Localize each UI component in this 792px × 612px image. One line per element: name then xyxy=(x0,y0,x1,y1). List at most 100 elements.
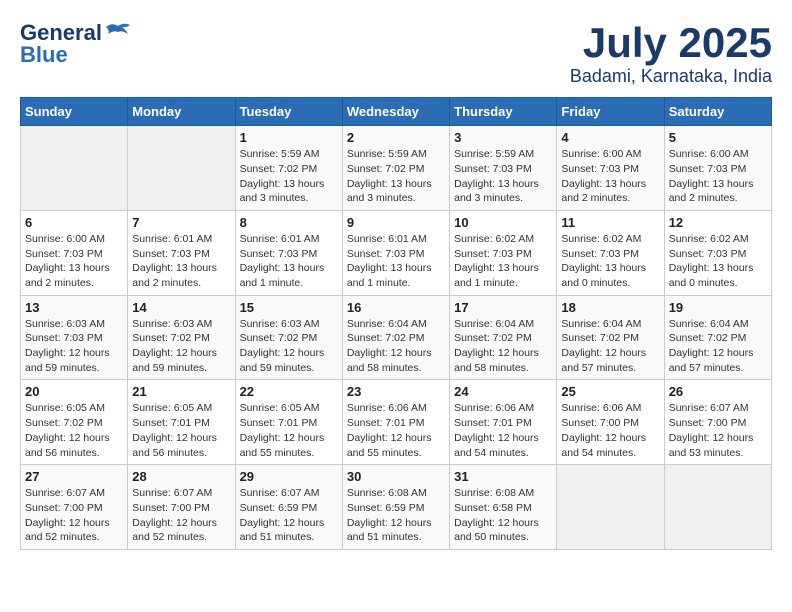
header-thursday: Thursday xyxy=(450,98,557,126)
calendar-cell: 11 Sunrise: 6:02 AMSunset: 7:03 PMDayligh… xyxy=(557,210,664,295)
header-sunday: Sunday xyxy=(21,98,128,126)
day-info: Sunrise: 6:05 AMSunset: 7:01 PMDaylight:… xyxy=(240,401,338,460)
day-info: Sunrise: 6:02 AMSunset: 7:03 PMDaylight:… xyxy=(454,232,552,291)
day-info: Sunrise: 6:03 AMSunset: 7:02 PMDaylight:… xyxy=(240,317,338,376)
calendar-cell: 25 Sunrise: 6:06 AMSunset: 7:00 PMDayligh… xyxy=(557,380,664,465)
day-number: 3 xyxy=(454,130,552,145)
day-info: Sunrise: 6:07 AMSunset: 7:00 PMDaylight:… xyxy=(132,486,230,545)
day-number: 16 xyxy=(347,300,445,315)
day-info: Sunrise: 6:00 AMSunset: 7:03 PMDaylight:… xyxy=(25,232,123,291)
day-info: Sunrise: 6:07 AMSunset: 7:00 PMDaylight:… xyxy=(669,401,767,460)
calendar-cell: 9Sunrise: 6:01 AMSunset: 7:03 PMDaylight… xyxy=(342,210,449,295)
day-number: 23 xyxy=(347,384,445,399)
calendar-week-row: 1 Sunrise: 5:59 AMSunset: 7:02 PMDaylight… xyxy=(21,126,772,211)
calendar-cell: 17Sunrise: 6:04 AMSunset: 7:02 PMDayligh… xyxy=(450,295,557,380)
day-number: 10 xyxy=(454,215,552,230)
day-info: Sunrise: 6:08 AMSunset: 6:59 PMDaylight:… xyxy=(347,486,445,545)
calendar-cell: 10 Sunrise: 6:02 AMSunset: 7:03 PMDayligh… xyxy=(450,210,557,295)
day-info: Sunrise: 5:59 AMSunset: 7:03 PMDaylight:… xyxy=(454,147,552,206)
day-info: Sunrise: 6:07 AMSunset: 7:00 PMDaylight:… xyxy=(25,486,123,545)
header-friday: Friday xyxy=(557,98,664,126)
day-number: 15 xyxy=(240,300,338,315)
page-title: July 2025 xyxy=(570,20,772,66)
day-number: 28 xyxy=(132,469,230,484)
calendar-week-row: 13Sunrise: 6:03 AMSunset: 7:03 PMDayligh… xyxy=(21,295,772,380)
calendar-cell: 1Sunrise: 5:59 AMSunset: 7:02 PMDaylight… xyxy=(235,126,342,211)
header-saturday: Saturday xyxy=(664,98,771,126)
day-info: Sunrise: 6:02 AMSunset: 7:03 PMDaylight:… xyxy=(669,232,767,291)
calendar-cell: 29 Sunrise: 6:07 AMSunset: 6:59 PMDayligh… xyxy=(235,465,342,550)
calendar-cell: 2 Sunrise: 5:59 AMSunset: 7:02 PMDaylight… xyxy=(342,126,449,211)
day-number: 31 xyxy=(454,469,552,484)
header-monday: Monday xyxy=(128,98,235,126)
calendar-cell: 16Sunrise: 6:04 AMSunset: 7:02 PMDayligh… xyxy=(342,295,449,380)
calendar-cell: 5Sunrise: 6:00 AMSunset: 7:03 PMDaylight… xyxy=(664,126,771,211)
day-number: 1 xyxy=(240,130,338,145)
day-info: Sunrise: 6:01 AMSunset: 7:03 PMDaylight:… xyxy=(132,232,230,291)
calendar-cell: 31 Sunrise: 6:08 AMSunset: 6:58 PMDayligh… xyxy=(450,465,557,550)
day-number: 11 xyxy=(561,215,659,230)
day-number: 20 xyxy=(25,384,123,399)
header-wednesday: Wednesday xyxy=(342,98,449,126)
day-info: Sunrise: 6:07 AMSunset: 6:59 PMDaylight:… xyxy=(240,486,338,545)
logo-bird-icon xyxy=(104,22,132,44)
day-number: 29 xyxy=(240,469,338,484)
day-info: Sunrise: 6:00 AMSunset: 7:03 PMDaylight:… xyxy=(669,147,767,206)
day-number: 2 xyxy=(347,130,445,145)
day-number: 18 xyxy=(561,300,659,315)
calendar-cell xyxy=(664,465,771,550)
calendar-cell: 13Sunrise: 6:03 AMSunset: 7:03 PMDayligh… xyxy=(21,295,128,380)
day-number: 9 xyxy=(347,215,445,230)
day-number: 24 xyxy=(454,384,552,399)
day-number: 7 xyxy=(132,215,230,230)
day-info: Sunrise: 6:06 AMSunset: 7:01 PMDaylight:… xyxy=(454,401,552,460)
title-block: July 2025 Badami, Karnataka, India xyxy=(570,20,772,87)
day-info: Sunrise: 6:00 AMSunset: 7:03 PMDaylight:… xyxy=(561,147,659,206)
day-number: 8 xyxy=(240,215,338,230)
logo: General Blue xyxy=(20,20,132,68)
day-info: Sunrise: 6:04 AMSunset: 7:02 PMDaylight:… xyxy=(454,317,552,376)
calendar-cell: 22 Sunrise: 6:05 AMSunset: 7:01 PMDayligh… xyxy=(235,380,342,465)
calendar-cell: 6Sunrise: 6:00 AMSunset: 7:03 PMDaylight… xyxy=(21,210,128,295)
calendar-cell xyxy=(128,126,235,211)
page-subtitle: Badami, Karnataka, India xyxy=(570,66,772,87)
calendar-week-row: 27Sunrise: 6:07 AMSunset: 7:00 PMDayligh… xyxy=(21,465,772,550)
calendar-cell: 20Sunrise: 6:05 AMSunset: 7:02 PMDayligh… xyxy=(21,380,128,465)
calendar-header-row: Sunday Monday Tuesday Wednesday Thursday… xyxy=(21,98,772,126)
day-info: Sunrise: 5:59 AMSunset: 7:02 PMDaylight:… xyxy=(347,147,445,206)
calendar-table: Sunday Monday Tuesday Wednesday Thursday… xyxy=(20,97,772,550)
header-tuesday: Tuesday xyxy=(235,98,342,126)
day-info: Sunrise: 6:06 AMSunset: 7:00 PMDaylight:… xyxy=(561,401,659,460)
day-number: 19 xyxy=(669,300,767,315)
day-info: Sunrise: 6:08 AMSunset: 6:58 PMDaylight:… xyxy=(454,486,552,545)
day-info: Sunrise: 6:04 AMSunset: 7:02 PMDaylight:… xyxy=(669,317,767,376)
day-number: 22 xyxy=(240,384,338,399)
calendar-cell: 26 Sunrise: 6:07 AMSunset: 7:00 PMDayligh… xyxy=(664,380,771,465)
calendar-cell: 7 Sunrise: 6:01 AMSunset: 7:03 PMDaylight… xyxy=(128,210,235,295)
calendar-cell: 3 Sunrise: 5:59 AMSunset: 7:03 PMDaylight… xyxy=(450,126,557,211)
day-info: Sunrise: 6:03 AMSunset: 7:02 PMDaylight:… xyxy=(132,317,230,376)
day-info: Sunrise: 6:05 AMSunset: 7:01 PMDaylight:… xyxy=(132,401,230,460)
logo-blue-text: Blue xyxy=(20,42,68,68)
day-info: Sunrise: 6:06 AMSunset: 7:01 PMDaylight:… xyxy=(347,401,445,460)
day-number: 26 xyxy=(669,384,767,399)
day-info: Sunrise: 6:02 AMSunset: 7:03 PMDaylight:… xyxy=(561,232,659,291)
day-number: 30 xyxy=(347,469,445,484)
calendar-cell: 18Sunrise: 6:04 AMSunset: 7:02 PMDayligh… xyxy=(557,295,664,380)
calendar-cell: 4 Sunrise: 6:00 AMSunset: 7:03 PMDaylight… xyxy=(557,126,664,211)
calendar-cell: 24 Sunrise: 6:06 AMSunset: 7:01 PMDayligh… xyxy=(450,380,557,465)
calendar-cell: 8Sunrise: 6:01 AMSunset: 7:03 PMDaylight… xyxy=(235,210,342,295)
day-number: 25 xyxy=(561,384,659,399)
calendar-cell xyxy=(21,126,128,211)
calendar-cell: 15 Sunrise: 6:03 AMSunset: 7:02 PMDayligh… xyxy=(235,295,342,380)
calendar-cell: 28 Sunrise: 6:07 AMSunset: 7:00 PMDayligh… xyxy=(128,465,235,550)
calendar-cell: 30 Sunrise: 6:08 AMSunset: 6:59 PMDayligh… xyxy=(342,465,449,550)
page-header: General Blue July 2025 Badami, Karnataka… xyxy=(20,20,772,87)
day-number: 12 xyxy=(669,215,767,230)
calendar-cell: 12 Sunrise: 6:02 AMSunset: 7:03 PMDayligh… xyxy=(664,210,771,295)
calendar-cell xyxy=(557,465,664,550)
day-number: 14 xyxy=(132,300,230,315)
calendar-cell: 23 Sunrise: 6:06 AMSunset: 7:01 PMDayligh… xyxy=(342,380,449,465)
calendar-cell: 14 Sunrise: 6:03 AMSunset: 7:02 PMDayligh… xyxy=(128,295,235,380)
day-number: 4 xyxy=(561,130,659,145)
